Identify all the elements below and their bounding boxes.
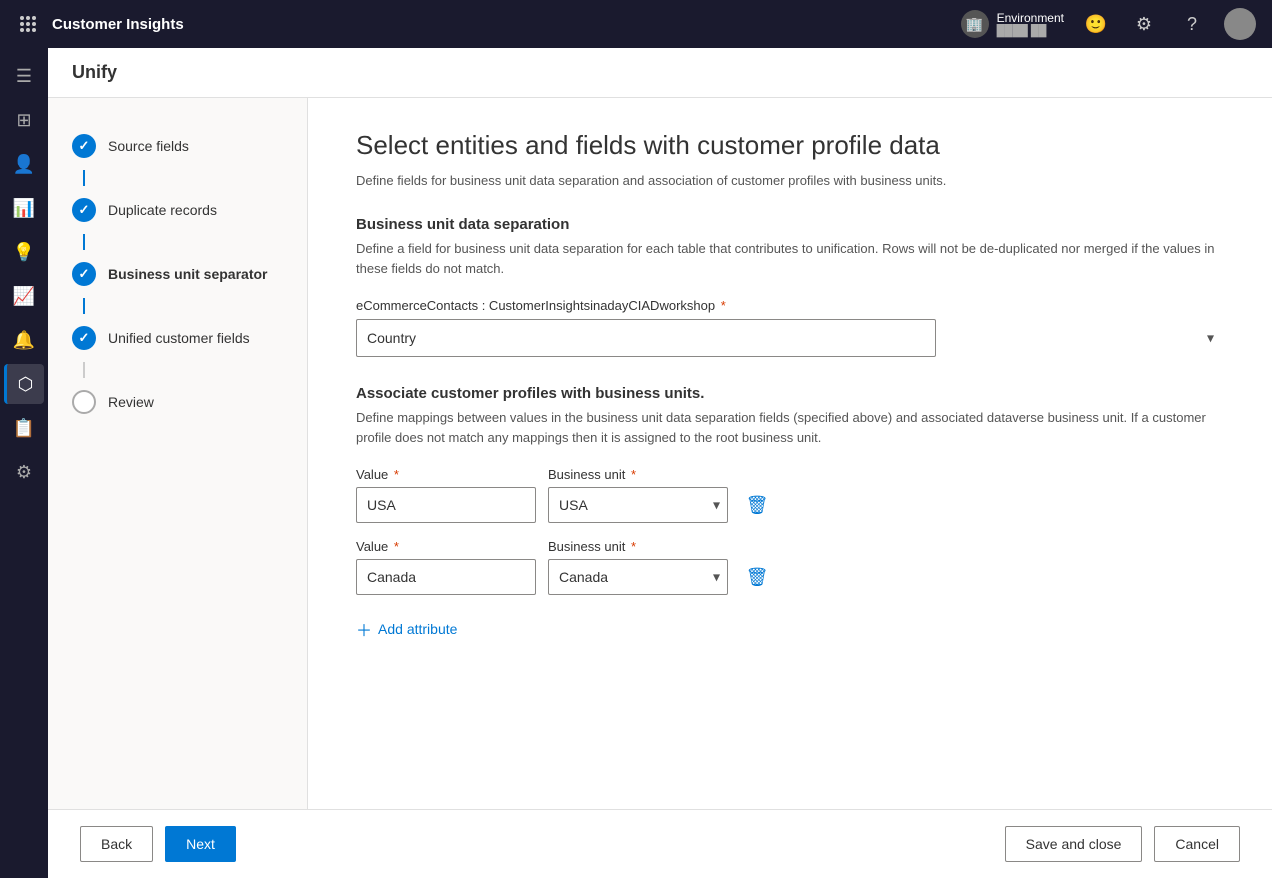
assoc-title: Associate customer profiles with busines… <box>356 385 1224 402</box>
nav-segments[interactable]: ⬡ <box>4 364 44 404</box>
nav-people[interactable]: 👤 <box>4 144 44 184</box>
step-connector-3 <box>83 298 85 314</box>
req-marker-v2: * <box>394 539 399 554</box>
section-subtitle: Define fields for business unit data sep… <box>356 173 1224 188</box>
nav-analytics[interactable]: 📊 <box>4 188 44 228</box>
back-button[interactable]: Back <box>80 826 153 862</box>
mapping-row-2: Value * Business unit * <box>356 539 1224 595</box>
req-marker-v1: * <box>394 467 399 482</box>
topbar: Customer Insights 🏢 Environment ████ ██ … <box>0 0 1272 48</box>
delete-row-2-button[interactable]: 🗑 <box>740 559 774 595</box>
content-area: Unify ✓ Source fields ✓ Duplicate record… <box>48 48 1272 878</box>
value-input-2[interactable] <box>356 559 536 595</box>
topbar-right: 🏢 Environment ████ ██ 🙂 ⚙ ? <box>961 8 1256 40</box>
environment-icon: 🏢 <box>961 10 989 38</box>
assoc-desc: Define mappings between values in the bu… <box>356 408 1224 447</box>
add-attribute-label: Add attribute <box>378 621 457 637</box>
biz-sep-desc: Define a field for business unit data se… <box>356 239 1224 278</box>
nav-insights[interactable]: 💡 <box>4 232 44 272</box>
app-title: Customer Insights <box>52 16 949 33</box>
value-label-1: Value * <box>356 467 536 482</box>
step-icon-review <box>72 390 96 414</box>
settings-icon[interactable]: ⚙ <box>1128 8 1160 40</box>
req-marker-bu2: * <box>631 539 636 554</box>
nav-home[interactable]: ☰ <box>4 56 44 96</box>
user-avatar[interactable] <box>1224 8 1256 40</box>
delete-row-1-button[interactable]: 🗑 <box>740 487 774 523</box>
step-duplicate-records[interactable]: ✓ Duplicate records <box>64 186 291 234</box>
mapping-row-1: Value * Business unit * <box>356 467 1224 523</box>
value-group-1: Value * <box>356 467 536 523</box>
environment-info[interactable]: 🏢 Environment ████ ██ <box>961 10 1064 38</box>
business-unit-select-wrapper-2: Canada USA ▾ <box>548 559 728 595</box>
nav-lightbulb[interactable]: 🔔 <box>4 320 44 360</box>
required-marker: * <box>721 298 726 313</box>
step-label-unified-customer-fields: Unified customer fields <box>108 330 250 346</box>
business-separation-section: Business unit data separation Define a f… <box>356 216 1224 357</box>
business-unit-label-1: Business unit * <box>548 467 728 482</box>
page-header: Unify <box>48 48 1272 98</box>
business-unit-select-2[interactable]: Canada USA <box>548 559 728 595</box>
business-unit-group-1: Business unit * USA Canada ▾ <box>548 467 728 523</box>
step-business-unit-separator[interactable]: ✓ Business unit separator <box>64 250 291 298</box>
value-input-1[interactable] <box>356 487 536 523</box>
business-unit-select-wrapper-1: USA Canada ▾ <box>548 487 728 523</box>
step-icon-business-unit-separator: ✓ <box>72 262 96 286</box>
main-content: Select entities and fields with customer… <box>308 98 1272 809</box>
country-select[interactable]: Country Region City <box>356 319 936 357</box>
save-close-button[interactable]: Save and close <box>1005 826 1143 862</box>
next-button[interactable]: Next <box>165 826 236 862</box>
icon-nav: ☰ ⊞ 👤 📊 💡 📈 🔔 ⬡ 📋 ⚙ <box>0 48 48 878</box>
step-unified-customer-fields[interactable]: ✓ Unified customer fields <box>64 314 291 362</box>
step-review[interactable]: Review <box>64 378 291 426</box>
value-group-2: Value * <box>356 539 536 595</box>
value-label-2: Value * <box>356 539 536 554</box>
business-unit-label-2: Business unit * <box>548 539 728 554</box>
step-icon-source-fields: ✓ <box>72 134 96 158</box>
nav-trends[interactable]: 📈 <box>4 276 44 316</box>
page-title: Unify <box>72 62 117 82</box>
cancel-button[interactable]: Cancel <box>1154 826 1240 862</box>
step-connector-1 <box>83 170 85 186</box>
step-label-duplicate-records: Duplicate records <box>108 202 217 218</box>
add-attribute-button[interactable]: ＋ Add attribute <box>356 611 457 647</box>
main-layout: ☰ ⊞ 👤 📊 💡 📈 🔔 ⬡ 📋 ⚙ Unify ✓ Source field… <box>0 48 1272 878</box>
country-select-wrapper: Country Region City ▾ <box>356 319 1224 357</box>
step-label-business-unit-separator: Business unit separator <box>108 266 268 282</box>
step-label-review: Review <box>108 394 154 410</box>
step-icon-duplicate-records: ✓ <box>72 198 96 222</box>
business-unit-group-2: Business unit * Canada USA ▾ <box>548 539 728 595</box>
dropdown-field-label: eCommerceContacts : CustomerInsightsinad… <box>356 298 1224 313</box>
step-label-source-fields: Source fields <box>108 138 189 154</box>
select-chevron-icon: ▾ <box>1207 330 1214 347</box>
nav-reports[interactable]: 📋 <box>4 408 44 448</box>
step-connector-4 <box>83 362 85 378</box>
grid-menu-icon[interactable] <box>16 12 40 36</box>
nav-dashboard[interactable]: ⊞ <box>4 100 44 140</box>
smiley-icon[interactable]: 🙂 <box>1080 8 1112 40</box>
plus-icon: ＋ <box>356 617 372 641</box>
step-connector-2 <box>83 234 85 250</box>
action-bar-right: Save and close Cancel <box>1005 826 1240 862</box>
inner-layout: ✓ Source fields ✓ Duplicate records ✓ Bu… <box>48 98 1272 809</box>
action-bar: Back Next Save and close Cancel <box>48 809 1272 878</box>
section-heading: Select entities and fields with customer… <box>356 130 1224 161</box>
steps-sidebar: ✓ Source fields ✓ Duplicate records ✓ Bu… <box>48 98 308 809</box>
nav-settings[interactable]: ⚙ <box>4 452 44 492</box>
business-unit-select-1[interactable]: USA Canada <box>548 487 728 523</box>
step-icon-unified-customer-fields: ✓ <box>72 326 96 350</box>
biz-sep-title: Business unit data separation <box>356 216 1224 233</box>
step-source-fields[interactable]: ✓ Source fields <box>64 122 291 170</box>
help-icon[interactable]: ? <box>1176 8 1208 40</box>
req-marker-bu1: * <box>631 467 636 482</box>
associate-section: Associate customer profiles with busines… <box>356 385 1224 647</box>
environment-label: Environment ████ ██ <box>997 11 1064 37</box>
